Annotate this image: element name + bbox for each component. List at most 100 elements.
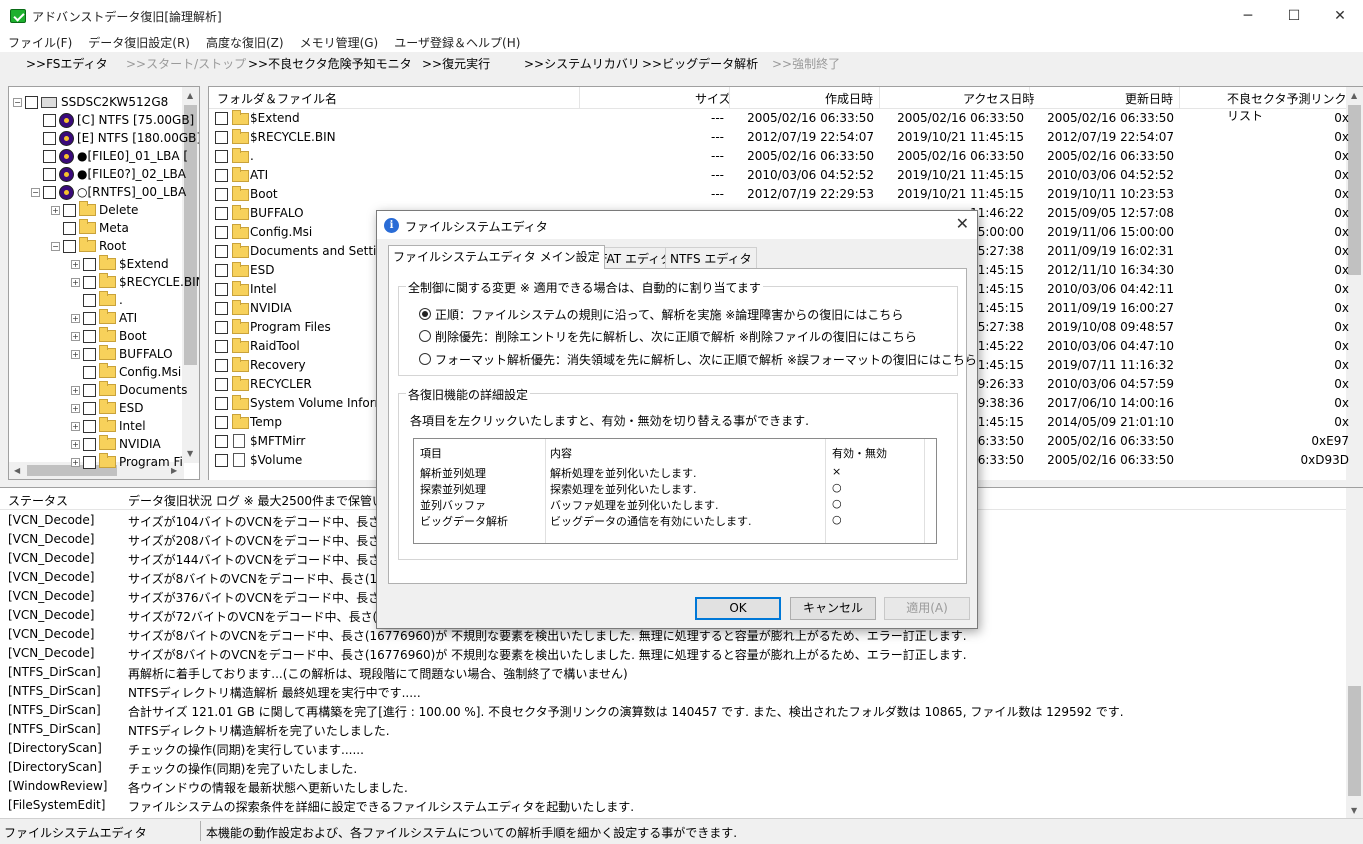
tree-checkbox[interactable] (83, 311, 96, 325)
maximize-button[interactable]: ☐ (1271, 0, 1317, 32)
tree-checkbox[interactable] (83, 383, 96, 397)
tree-checkbox[interactable] (83, 293, 96, 307)
file-checkbox[interactable] (215, 378, 228, 391)
tree-node[interactable]: + Delete (51, 201, 138, 219)
col-size[interactable]: サイズ (695, 90, 731, 107)
tree-node[interactable]: − ○[RNTFS]_00_LBA (31, 183, 186, 201)
file-checkbox[interactable] (215, 302, 228, 315)
file-checkbox[interactable] (215, 245, 228, 258)
feature-row[interactable]: 探索並列処理 探索処理を並列化いたします. ○ (414, 480, 936, 496)
tree-node[interactable]: + ESD (71, 399, 143, 417)
expand-icon[interactable]: + (51, 205, 60, 215)
bigdata-analysis-button[interactable]: >>ビッグデータ解析 (642, 55, 758, 72)
radio-delete-priority[interactable]: 削除優先：削除エントリを先に解析し、次に正順で解析 ※削除ファイルの復旧にはこち… (419, 327, 917, 345)
fs-editor-button[interactable]: >>FSエディタ (26, 55, 108, 72)
log-row[interactable]: [NTFS_DirScan] 再解析に着手しております...(この解析は、現段階に… (0, 663, 1346, 682)
tree-checkbox[interactable] (83, 401, 96, 415)
log-row[interactable]: [NTFS_DirScan] NTFSディレクトリ構造解析を完了いたしました. (0, 720, 1346, 739)
feature-table[interactable]: 項目 内容 有効・無効 解析並列処理 解析処理を並列化いたします. × 探索並列処理探… (413, 438, 937, 544)
tree-node[interactable]: Config.Msi (71, 363, 181, 381)
file-checkbox[interactable] (215, 188, 228, 201)
tree-node[interactable]: − Root (51, 237, 126, 255)
tree-checkbox[interactable] (43, 131, 56, 145)
file-checkbox[interactable] (215, 340, 228, 353)
expand-icon[interactable]: + (71, 277, 80, 287)
file-checkbox[interactable] (215, 112, 228, 125)
collapse-icon[interactable]: − (51, 241, 60, 251)
file-checkbox[interactable] (215, 131, 228, 144)
log-row[interactable]: [WindowReview] 各ウインドウの情報を最新状態へ更新いたしました. (0, 777, 1346, 796)
feature-row[interactable]: ビッグデータ解析 ビッグデータの通信を有効にいたします. ○ (414, 512, 936, 528)
file-row[interactable]: $RECYCLE.BIN --- 2012/07/19 22:54:07 2019/1… (209, 128, 1349, 147)
radio-icon[interactable] (419, 308, 431, 320)
collapse-icon[interactable]: − (13, 97, 22, 107)
file-checkbox[interactable] (215, 416, 228, 429)
col-modified[interactable]: 更新日時 (1125, 90, 1173, 107)
menu-memory[interactable]: メモリ管理(G) (292, 34, 387, 51)
radio-normal-order[interactable]: 正順：ファイルシステムの規則に沿って、解析を実施 ※論理障害からの復旧にはこちら (419, 305, 903, 323)
feature-row[interactable]: 解析並列処理 解析処理を並列化いたします. × (414, 464, 936, 480)
file-checkbox[interactable] (215, 321, 228, 334)
menu-file[interactable]: ファイル(F) (0, 34, 80, 51)
tree-node[interactable]: + NVIDIA (71, 435, 161, 453)
scroll-up-icon[interactable]: ▲ (187, 91, 193, 100)
scroll-down-icon[interactable]: ▼ (1351, 806, 1357, 815)
expand-icon[interactable]: + (71, 421, 80, 431)
tree-node[interactable]: [E] NTFS [180.00GB] (31, 129, 199, 147)
file-checkbox[interactable] (215, 169, 228, 182)
file-row[interactable]: . --- 2005/02/16 06:33:50 2005/02/16 06:33:… (209, 147, 1349, 166)
file-checkbox[interactable] (215, 264, 228, 277)
tree-checkbox[interactable] (83, 455, 96, 469)
feature-row[interactable]: 並列バッファ バッファ処理を並列化いたします. ○ (414, 496, 936, 512)
col-status[interactable]: ステータス (8, 492, 68, 509)
tree-checkbox[interactable] (43, 113, 56, 127)
file-row[interactable]: Boot --- 2012/07/19 22:29:53 2019/10/21 11:… (209, 185, 1349, 204)
tree-checkbox[interactable] (83, 257, 96, 271)
tree-node[interactable]: . (71, 291, 123, 309)
tree-node[interactable]: ●[FILE0]_01_LBA [ (31, 147, 188, 165)
cancel-button[interactable]: キャンセル (790, 597, 876, 620)
file-row[interactable]: $Extend --- 2005/02/16 06:33:50 2005/02/16 … (209, 109, 1349, 128)
file-checkbox[interactable] (215, 150, 228, 163)
file-checkbox[interactable] (215, 435, 228, 448)
apply-button[interactable]: 適用(A) (884, 597, 970, 620)
tree-checkbox[interactable] (63, 239, 76, 253)
start-stop-button[interactable]: >>スタート/ストップ (126, 55, 246, 72)
col-name[interactable]: フォルダ＆ファイル名 (217, 90, 337, 107)
expand-icon[interactable]: + (71, 439, 80, 449)
log-row[interactable]: [NTFS_DirScan] 合計サイズ 121.01 GB に関して再構築を完了… (0, 701, 1346, 720)
expand-icon[interactable]: + (71, 259, 80, 269)
menu-help[interactable]: ユーザ登録＆ヘルプ(H) (386, 34, 528, 51)
log-row[interactable]: [FileSystemEdit] ファイルシステムの探索条件を詳細に設定できるファ… (0, 796, 1346, 815)
tree-checkbox[interactable] (63, 221, 76, 235)
tab-main-settings[interactable]: ファイルシステムエディタ メイン設定 (388, 245, 605, 269)
tree-checkbox[interactable] (83, 437, 96, 451)
folder-tree[interactable]: ▲ ▼ ◀ ▶ − SSDSC2KW512G8 [C] NTFS [75.00GB]… (8, 86, 200, 480)
tree-checkbox[interactable] (83, 275, 96, 289)
tree-node[interactable]: ●[FILE0?]_02_LBA (31, 165, 186, 183)
tab-ntfs-editor[interactable]: NTFS エディタ (665, 247, 757, 268)
file-checkbox[interactable] (215, 359, 228, 372)
file-checkbox[interactable] (215, 226, 228, 239)
file-row[interactable]: ATI --- 2010/03/06 04:52:52 2019/10/21 11:4… (209, 166, 1349, 185)
radio-icon[interactable] (419, 330, 431, 342)
tree-node[interactable]: − SSDSC2KW512G8 (13, 93, 168, 111)
radio-icon[interactable] (419, 353, 431, 365)
close-button[interactable]: ✕ (1317, 0, 1363, 32)
minimize-button[interactable]: ─ (1225, 0, 1271, 32)
file-checkbox[interactable] (215, 207, 228, 220)
collapse-icon[interactable]: − (31, 187, 40, 197)
file-checkbox[interactable] (215, 283, 228, 296)
tree-checkbox[interactable] (83, 365, 96, 379)
log-scrollbar[interactable]: ▼ (1346, 488, 1363, 818)
expand-icon[interactable]: + (71, 331, 80, 341)
tree-checkbox[interactable] (43, 149, 56, 163)
expand-icon[interactable]: + (71, 313, 80, 323)
tree-node[interactable]: + $Extend (71, 255, 169, 273)
bad-sector-monitor-button[interactable]: >>不良セクタ危険予知モニタ (248, 55, 412, 72)
scroll-up-icon[interactable]: ▲ (1351, 91, 1357, 100)
col-created[interactable]: 作成日時 (825, 90, 873, 107)
log-row[interactable]: [NTFS_DirScan] NTFSディレクトリ構造解析 最終処理を実行中です.… (0, 682, 1346, 701)
menu-advanced-recovery[interactable]: 高度な復旧(Z) (198, 34, 292, 51)
file-checkbox[interactable] (215, 397, 228, 410)
